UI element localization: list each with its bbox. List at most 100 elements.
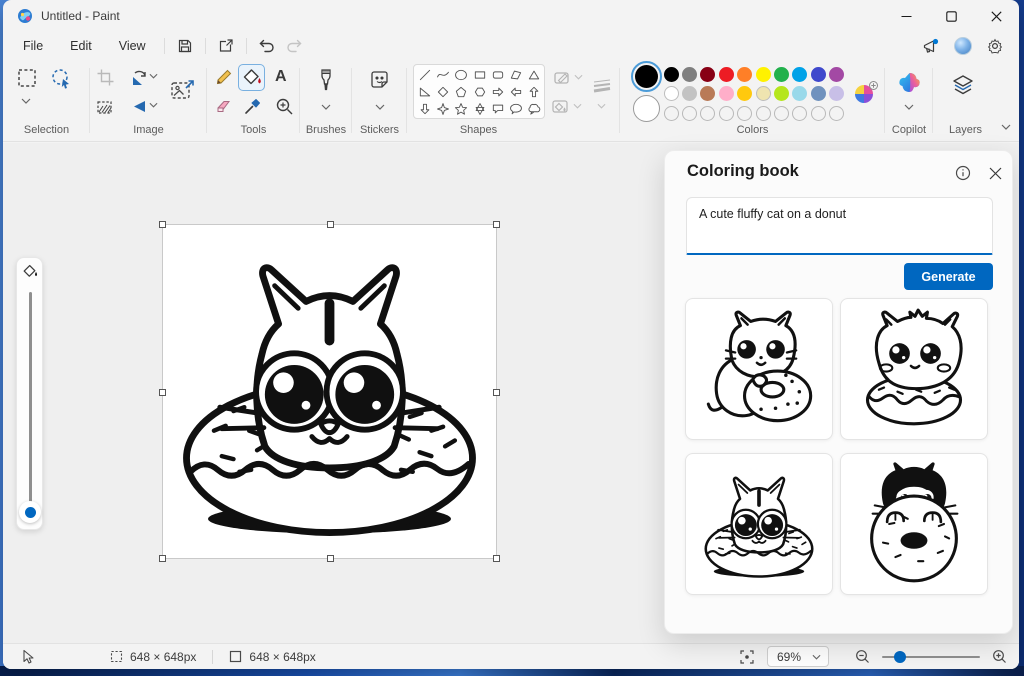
selection-handle-e[interactable] (493, 389, 500, 396)
palette-empty-slot[interactable] (829, 106, 844, 121)
palette-empty-slot[interactable] (682, 106, 697, 121)
shape-polygon[interactable] (507, 66, 525, 83)
shape-triangle[interactable] (525, 66, 543, 83)
palette-swatch[interactable] (829, 86, 844, 101)
palette-empty-slot[interactable] (737, 106, 752, 121)
brushes-chevron[interactable] (321, 104, 331, 110)
rotate-button[interactable] (129, 68, 149, 87)
shapes-gallery[interactable] (413, 64, 545, 119)
palette-swatch[interactable] (719, 67, 734, 82)
palette-swatch[interactable] (664, 67, 679, 82)
minimize-button[interactable] (884, 0, 929, 32)
tolerance-slider-thumb[interactable] (19, 501, 41, 523)
drawing-canvas[interactable] (162, 224, 497, 559)
shape-hexagon[interactable] (471, 83, 489, 100)
shape-bubble-cloud[interactable] (525, 100, 543, 117)
zoom-out-button[interactable] (855, 649, 870, 664)
account-avatar[interactable] (954, 37, 972, 55)
color2-swatch[interactable] (633, 95, 660, 122)
save-button[interactable] (171, 35, 199, 57)
flip-chevron[interactable] (149, 102, 158, 108)
palette-swatch[interactable] (774, 86, 789, 101)
flip-button[interactable] (129, 97, 149, 116)
freeform-select-button[interactable] (50, 67, 72, 89)
generated-thumbnail-cat-head-in-donut[interactable] (685, 453, 833, 595)
palette-swatch[interactable] (774, 67, 789, 82)
undo-button[interactable] (253, 35, 281, 57)
shape-oval[interactable] (452, 66, 470, 83)
redo-button[interactable] (281, 35, 309, 57)
crop-button[interactable] (96, 68, 115, 87)
generated-thumbnail-tuxedo-cat-behind-donut[interactable] (840, 453, 988, 595)
announcements-icon[interactable] (917, 35, 945, 57)
maximize-button[interactable] (929, 0, 974, 32)
tolerance-slider-track[interactable] (29, 292, 32, 502)
zoom-slider-thumb[interactable] (894, 651, 906, 663)
selection-handle-n[interactable] (327, 221, 334, 228)
palette-swatch[interactable] (792, 86, 807, 101)
palette-empty-slot[interactable] (774, 106, 789, 121)
copilot-chevron[interactable] (904, 104, 914, 110)
shape-rectangle[interactable] (471, 66, 489, 83)
selection-handle-se[interactable] (493, 555, 500, 562)
palette-swatch[interactable] (682, 86, 697, 101)
shape-star-6[interactable] (471, 100, 489, 117)
selection-options-chevron[interactable] (21, 98, 31, 104)
shape-bubble-rect[interactable] (489, 100, 507, 117)
shape-arrow-up[interactable] (525, 83, 543, 100)
shape-star-4[interactable] (434, 100, 452, 117)
eraser-tool-button[interactable] (214, 97, 233, 116)
shape-thickness-button[interactable] (591, 76, 613, 96)
resize-button[interactable] (96, 97, 115, 116)
palette-empty-slot[interactable] (756, 106, 771, 121)
selection-handle-s[interactable] (327, 555, 334, 562)
shape-star-5[interactable] (452, 100, 470, 117)
prompt-input[interactable]: A cute fluffy cat on a donut (686, 197, 993, 255)
panel-close-icon[interactable] (985, 163, 1005, 183)
shape-rounded-rectangle[interactable] (489, 66, 507, 83)
fit-to-screen-button[interactable] (739, 649, 755, 665)
palette-empty-slot[interactable] (811, 106, 826, 121)
text-tool-button[interactable]: A (275, 68, 287, 86)
zoom-level-dropdown[interactable]: 69% (767, 646, 829, 667)
shape-arrow-down[interactable] (416, 100, 434, 117)
share-button[interactable] (212, 35, 240, 57)
stickers-button[interactable] (369, 69, 390, 90)
palette-swatch[interactable] (737, 67, 752, 82)
zoom-slider[interactable] (882, 650, 980, 664)
shape-right-triangle[interactable] (416, 83, 434, 100)
palette-swatch[interactable] (700, 67, 715, 82)
zoom-in-button[interactable] (992, 649, 1007, 664)
close-button[interactable] (974, 0, 1019, 32)
palette-swatch[interactable] (737, 86, 752, 101)
palette-swatch[interactable] (811, 86, 826, 101)
selection-handle-w[interactable] (159, 389, 166, 396)
shape-line[interactable] (416, 66, 434, 83)
palette-empty-slot[interactable] (792, 106, 807, 121)
menu-edit[interactable]: Edit (58, 35, 104, 57)
palette-swatch[interactable] (811, 67, 826, 82)
palette-empty-slot[interactable] (664, 106, 679, 121)
copilot-button[interactable] (898, 71, 921, 94)
shape-fill-chevron[interactable] (573, 103, 582, 109)
layers-button[interactable] (951, 73, 975, 97)
palette-swatch[interactable] (756, 67, 771, 82)
magnifier-tool-button[interactable] (275, 97, 294, 116)
selection-handle-sw[interactable] (159, 555, 166, 562)
menu-view[interactable]: View (107, 35, 158, 57)
shape-heart[interactable] (416, 117, 434, 119)
settings-gear-icon[interactable] (981, 35, 1009, 57)
shape-lightning[interactable] (434, 117, 452, 119)
shape-thickness-chevron[interactable] (597, 103, 606, 109)
generated-thumbnail-fluffy-cat-on-donut[interactable] (840, 298, 988, 440)
rotate-chevron[interactable] (149, 73, 158, 79)
palette-swatch[interactable] (682, 67, 697, 82)
info-icon[interactable] (953, 163, 973, 183)
shape-curve[interactable] (434, 66, 452, 83)
palette-swatch[interactable] (829, 67, 844, 82)
palette-empty-slot[interactable] (719, 106, 734, 121)
shape-diamond[interactable] (434, 83, 452, 100)
shape-outline-button[interactable] (553, 69, 571, 87)
palette-swatch[interactable] (756, 86, 771, 101)
rectangle-select-button[interactable] (16, 67, 38, 89)
